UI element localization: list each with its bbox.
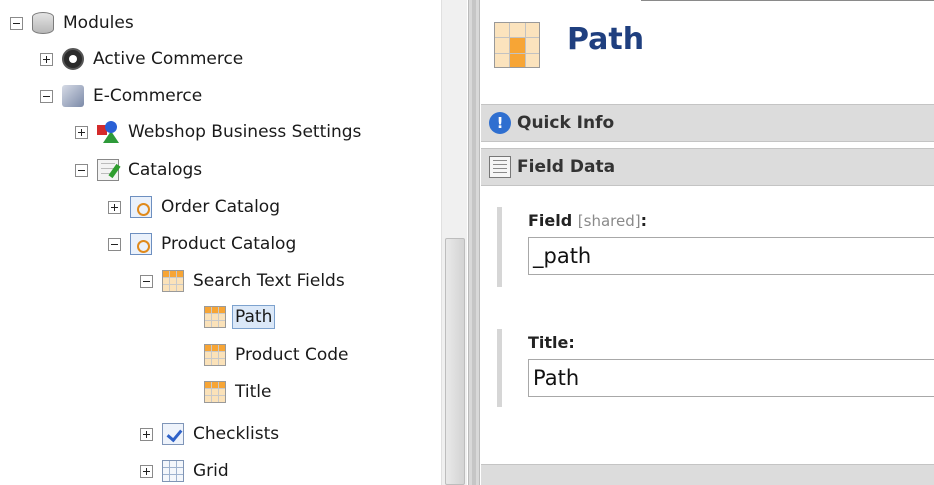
field-block-title: Title: Path [497, 329, 934, 407]
shapes-icon [97, 121, 119, 143]
tree-node-label: Catalogs [128, 160, 203, 180]
tree-node-label: Modules [63, 13, 134, 33]
collapse-toggle[interactable] [75, 163, 88, 177]
section-field-data[interactable]: Field Data [481, 148, 934, 186]
expand-toggle[interactable] [40, 52, 53, 66]
title-input[interactable]: Path [528, 359, 934, 397]
content-editor: Path ! Quick Info Field Data Field [shar… [481, 0, 934, 485]
shopping-cart-icon [62, 85, 84, 107]
tree-node-order-catalog[interactable]: Order Catalog [108, 192, 283, 222]
field-grid-icon [204, 344, 226, 366]
panel-splitter[interactable] [468, 0, 480, 485]
tree-node-grid[interactable]: Grid [140, 456, 232, 485]
editor-top-border [641, 0, 934, 1]
field-grid-icon [204, 306, 226, 328]
tree-node-active-commerce[interactable]: Active Commerce [40, 44, 246, 74]
active-commerce-icon [62, 48, 84, 70]
field-label: Field [shared]: [528, 207, 934, 231]
tree-node-label: Webshop Business Settings [128, 122, 362, 142]
title-label: Title: [528, 333, 575, 352]
tree-node-label: Search Text Fields [193, 271, 345, 291]
section-quick-info[interactable]: ! Quick Info [481, 104, 934, 142]
collapse-toggle[interactable] [140, 274, 153, 288]
expand-toggle[interactable] [140, 464, 153, 478]
section-title: Quick Info [517, 113, 615, 133]
field-block-field: Field [shared]: _path [497, 207, 934, 287]
tree-node-webshop-business-settings[interactable]: Webshop Business Settings [75, 117, 364, 147]
expand-toggle[interactable] [75, 125, 88, 139]
field-grid-icon [162, 270, 184, 292]
tree-node-ecommerce[interactable]: E-Commerce [40, 81, 205, 111]
tree-node-product-code[interactable]: Product Code [204, 340, 351, 370]
collapse-toggle[interactable] [40, 89, 53, 103]
field-grid-icon [204, 381, 226, 403]
tree-node-label: E-Commerce [93, 86, 203, 106]
field-input[interactable]: _path [528, 237, 934, 275]
field-grid-icon [494, 22, 540, 68]
field-label-colon: : [640, 211, 647, 230]
catalog-icon [130, 233, 152, 255]
next-section-bar[interactable] [481, 464, 934, 485]
database-icon [32, 12, 54, 34]
tree-node-product-catalog[interactable]: Product Catalog [108, 229, 299, 259]
expand-toggle[interactable] [108, 200, 121, 214]
tree-node-modules[interactable]: Modules [10, 8, 137, 38]
tree-node-label-selected: Path [232, 305, 276, 329]
tree-node-catalogs[interactable]: Catalogs [75, 155, 205, 185]
catalogs-icon [97, 159, 119, 181]
tree-node-checklists[interactable]: Checklists [140, 419, 282, 449]
tree-node-label: Product Catalog [161, 234, 297, 254]
tree-node-label: Order Catalog [161, 197, 280, 217]
tree-node-label: Grid [193, 461, 229, 481]
collapse-toggle[interactable] [108, 237, 121, 251]
tree-scrollbar-thumb[interactable] [445, 238, 465, 485]
tree-node-title[interactable]: Title [204, 377, 274, 407]
checklist-icon [162, 423, 184, 445]
expand-toggle[interactable] [140, 427, 153, 441]
grid-icon [162, 460, 184, 482]
tree-node-label: Checklists [193, 424, 280, 444]
tree-node-label: Title [235, 382, 272, 402]
tree-node-label: Product Code [235, 345, 349, 365]
tree-node-label: Active Commerce [93, 49, 244, 69]
catalog-icon [130, 196, 152, 218]
section-title: Field Data [517, 157, 616, 177]
tree-node-path[interactable]: Path [204, 302, 276, 332]
collapse-toggle[interactable] [10, 16, 23, 30]
shared-tag: [shared] [577, 212, 641, 230]
content-tree: Modules Active Commerce E-Commerce Websh… [0, 0, 440, 485]
tree-node-search-text-fields[interactable]: Search Text Fields [140, 266, 348, 296]
info-icon: ! [489, 112, 511, 134]
document-icon [489, 156, 511, 178]
field-label-text: Field [528, 211, 573, 230]
item-title: Path [567, 22, 645, 57]
